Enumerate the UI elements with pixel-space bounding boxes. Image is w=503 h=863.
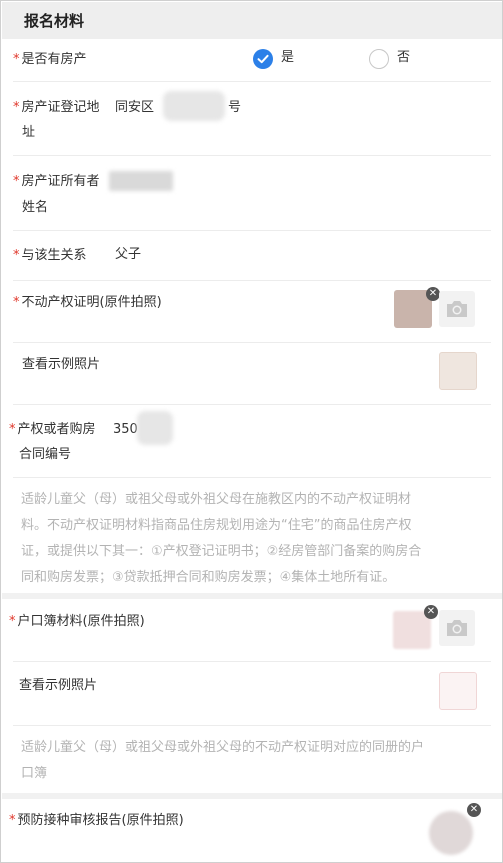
divider	[13, 725, 491, 726]
uploaded-photo-thumbnail[interactable]	[429, 811, 473, 855]
relation-value[interactable]: 父子	[115, 242, 141, 268]
section-separator	[2, 593, 502, 599]
divider	[13, 661, 491, 662]
sample-photo-thumbnail[interactable]	[439, 672, 477, 710]
close-icon[interactable]: ✕	[467, 803, 481, 817]
camera-upload-button[interactable]	[439, 610, 475, 646]
camera-icon	[447, 301, 467, 317]
redacted-blur	[163, 91, 225, 121]
check-icon	[257, 54, 269, 64]
vaccine-label: * 预防接种审核报告(原件拍照)	[9, 813, 184, 828]
household-note: 适龄儿童父（母）或祖父母或外祖父母的不动产权证明对应的同册的户 口簿	[21, 740, 425, 781]
sample-photo-thumbnail[interactable]	[439, 352, 477, 390]
contract-no-label: * 产权或者购房	[9, 422, 96, 437]
property-note: 适龄儿童父（母）或祖父母或外祖父母在施教区内的不动产权证明材 料。不动产权证明材…	[21, 492, 422, 585]
section-separator	[2, 793, 502, 799]
divider	[13, 81, 491, 82]
divider	[13, 230, 491, 231]
cert-owner-label: * 房产证所有者	[13, 174, 100, 189]
camera-icon	[447, 620, 467, 636]
radio-no-label[interactable]: 否	[397, 45, 410, 71]
contract-no-label-2: 合同编号	[19, 447, 72, 462]
camera-upload-button[interactable]	[439, 291, 475, 327]
property-proof-label: * 不动产权证明(原件拍照)	[13, 295, 162, 310]
cert-address-value-prefix[interactable]: 同安区	[115, 95, 154, 121]
cert-address-value-suffix[interactable]: 号	[228, 95, 241, 121]
cert-address-label: * 房产证登记地	[13, 100, 100, 115]
section-title: 报名材料	[24, 12, 85, 30]
redacted-blur	[109, 171, 173, 191]
property-sample-link[interactable]: 查看示例照片	[22, 352, 100, 378]
cert-address-label-2: 址	[22, 125, 36, 140]
household-label: * 户口簿材料(原件拍照)	[9, 614, 145, 629]
form-frame: 报名材料 * 是否有房产 是 否 * 房产证登记地 址 同安区 号 * 房产证所有者 …	[0, 0, 503, 863]
household-sample-link[interactable]: 查看示例照片	[19, 673, 97, 699]
close-icon[interactable]: ✕	[424, 605, 438, 619]
divider	[13, 404, 491, 405]
radio-yes[interactable]	[253, 49, 273, 69]
redacted-blur	[137, 411, 173, 445]
divider	[13, 477, 491, 478]
relation-label: * 与该生关系	[13, 248, 87, 263]
radio-yes-label[interactable]: 是	[281, 45, 294, 71]
cert-owner-label-2: 姓名	[22, 200, 49, 215]
section-header: 报名材料	[2, 2, 502, 39]
has-property-label: * 是否有房产	[13, 52, 87, 67]
close-icon[interactable]: ✕	[426, 287, 440, 301]
contract-no-value[interactable]: 350	[113, 417, 138, 443]
radio-no[interactable]	[369, 49, 389, 69]
divider	[13, 280, 491, 281]
divider	[13, 342, 491, 343]
divider	[13, 155, 491, 156]
